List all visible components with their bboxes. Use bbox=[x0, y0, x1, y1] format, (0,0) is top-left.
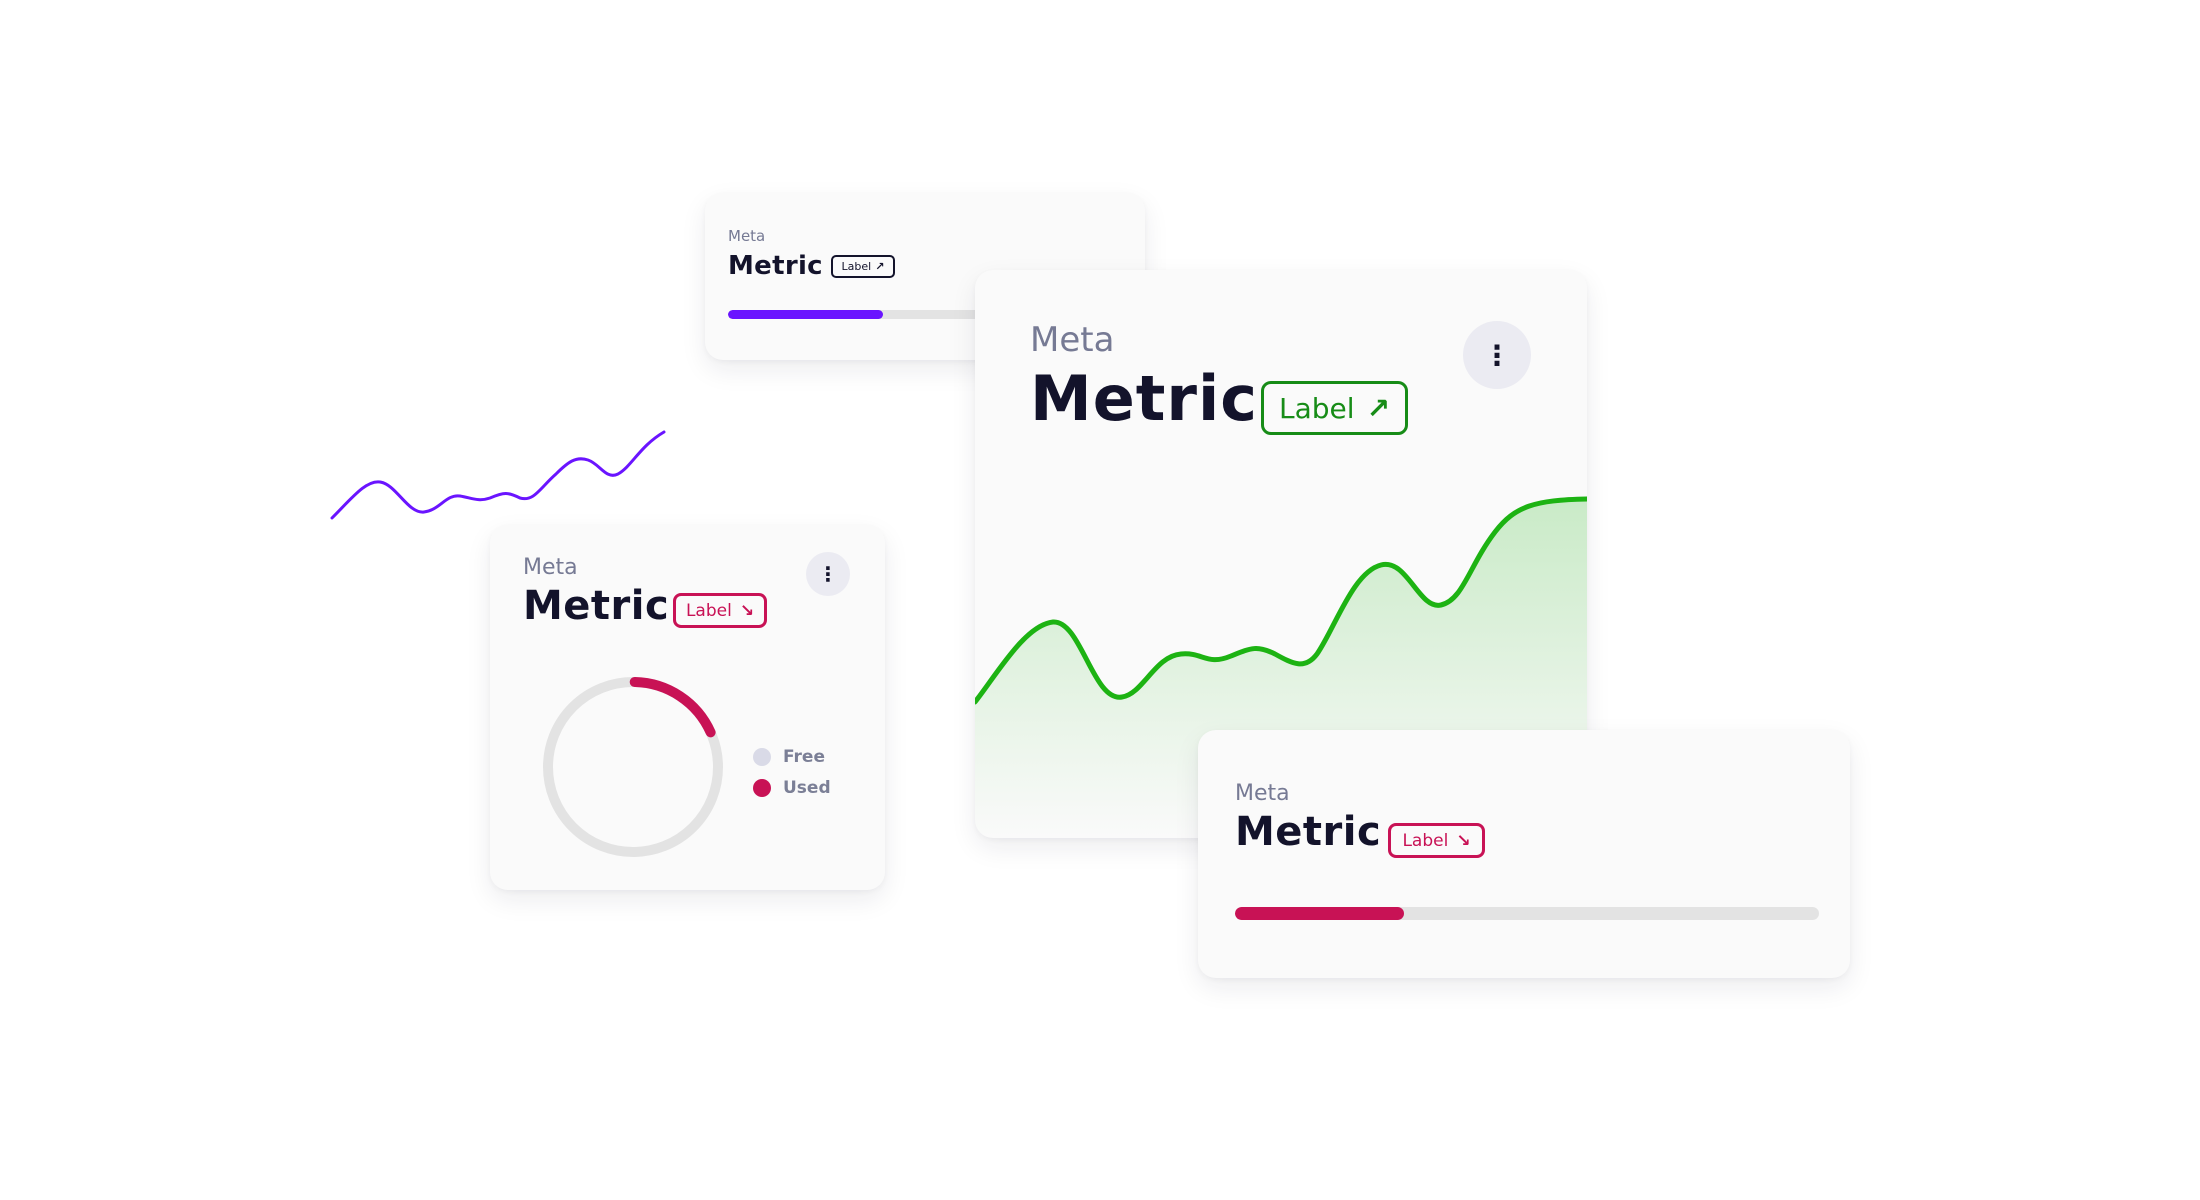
progress-track bbox=[1235, 907, 1819, 920]
metric-card-bottom: Meta Metric Label ↘ bbox=[1198, 730, 1850, 978]
card-meta: Meta bbox=[728, 227, 766, 245]
progress-fill bbox=[728, 310, 884, 319]
legend-item-free: Free bbox=[753, 747, 825, 767]
legend-dot-used bbox=[753, 779, 771, 797]
trend-badge[interactable]: Label ↗ bbox=[831, 255, 895, 278]
more-vertical-icon: ⋮ bbox=[818, 562, 838, 586]
metric-card-donut: Meta Metric Label ↘ ⋮ Free Used bbox=[490, 525, 885, 890]
card-meta: Meta bbox=[1235, 781, 1290, 806]
donut-chart bbox=[543, 677, 723, 857]
more-options-button[interactable]: ⋮ bbox=[806, 552, 850, 596]
donut-used-segment bbox=[629, 677, 716, 738]
card-metric: Metric bbox=[728, 251, 823, 281]
card-metric: Metric bbox=[523, 583, 670, 629]
progress-fill bbox=[1235, 907, 1405, 920]
legend-label: Used bbox=[783, 778, 831, 798]
arrow-down-right-icon: ↘ bbox=[739, 600, 755, 621]
badge-label: Label bbox=[685, 600, 732, 621]
card-meta: Meta bbox=[523, 555, 578, 580]
trend-badge[interactable]: Label ↘ bbox=[673, 593, 767, 628]
badge-label: Label bbox=[841, 260, 872, 273]
arrow-down-right-icon: ↘ bbox=[1456, 830, 1471, 851]
legend-item-used: Used bbox=[753, 778, 831, 798]
trend-badge[interactable]: Label ↘ bbox=[1388, 823, 1485, 858]
card-metric: Metric bbox=[1235, 809, 1382, 855]
legend-dot-free bbox=[753, 748, 771, 766]
arrow-up-right-icon: ↗ bbox=[875, 260, 885, 273]
badge-label: Label bbox=[1402, 830, 1449, 851]
legend-label: Free bbox=[783, 747, 825, 767]
